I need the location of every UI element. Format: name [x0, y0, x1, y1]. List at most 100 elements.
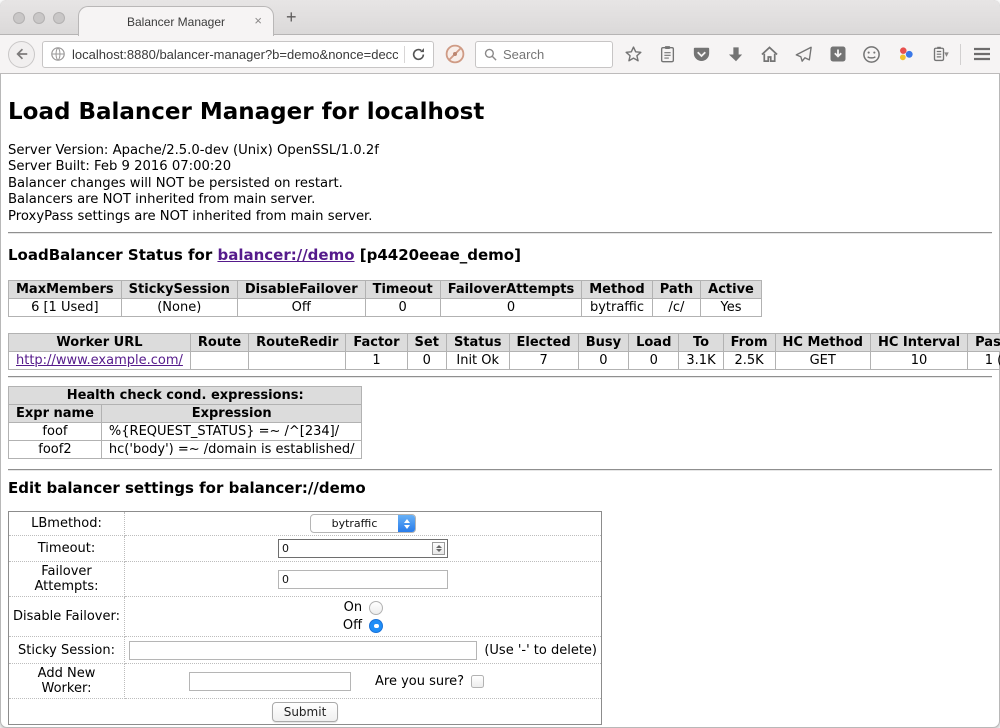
submit-row: Submit [9, 699, 602, 725]
battery-extension-button[interactable]: ▾ [926, 41, 953, 68]
chat-button[interactable] [858, 41, 885, 68]
search-icon [484, 48, 497, 61]
col-expression: Expression [101, 405, 362, 423]
col-timeout: Timeout [365, 281, 440, 299]
col-worker-url: Worker URL [9, 334, 191, 352]
radio-on-label: On [344, 600, 362, 615]
col-failoverattempts: FailoverAttempts [440, 281, 582, 299]
urlbar-divider [404, 46, 405, 63]
cell-active: Yes [701, 299, 762, 317]
cell-from: 2.5K [723, 352, 775, 370]
timeout-input[interactable] [278, 539, 448, 558]
disable-failover-off-radio[interactable] [369, 619, 383, 633]
browser-window: Balancer Manager × + localhost:8880/bala… [0, 0, 1000, 728]
table-row: foof2 hc('body') =~ /domain is establish… [9, 441, 362, 459]
server-info: Server Version: Apache/2.5.0-dev (Unix) … [8, 143, 992, 225]
edit-settings-heading: Edit balancer settings for balancer://de… [8, 479, 992, 498]
cell-elected: 7 [509, 352, 578, 370]
cell-to: 3.1K [679, 352, 723, 370]
cell-hc-method: GET [775, 352, 870, 370]
lbmethod-label: LBmethod: [9, 512, 125, 536]
cell-failoverattempts: 0 [440, 299, 582, 317]
disable-failover-on-radio[interactable] [369, 601, 383, 615]
reload-icon[interactable] [411, 47, 426, 62]
navigation-toolbar: localhost:8880/balancer-manager?b=demo&n… [0, 35, 1000, 74]
failover-attempts-input[interactable] [278, 570, 448, 589]
reading-list-button[interactable] [654, 41, 681, 68]
table-row: 6 [1 Used] (None) Off 0 0 bytraffic /c/ … [9, 299, 762, 317]
url-input[interactable]: localhost:8880/balancer-manager?b=demo&n… [72, 47, 398, 62]
new-tab-button[interactable]: + [286, 7, 297, 28]
clipboard-icon [659, 45, 676, 63]
disable-failover-label: Disable Failover: [9, 597, 125, 637]
downloads-button[interactable] [722, 41, 749, 68]
cell-expression: %{REQUEST_STATUS} =~ /^[234]/ [101, 423, 362, 441]
sticky-session-row: Sticky Session: (Use '-' to delete) [9, 637, 602, 664]
cell-busy: 0 [578, 352, 628, 370]
titlebar: Balancer Manager × + [0, 0, 1000, 35]
are-you-sure-label: Are you sure? [375, 674, 464, 689]
send-tab-button[interactable] [790, 41, 817, 68]
lbmethod-selected-value: bytraffic [311, 517, 398, 530]
lbmethod-row: LBmethod: bytraffic [9, 512, 602, 536]
table-header-row: Expr name Expression [9, 405, 362, 423]
pocket-icon [692, 45, 711, 63]
select-stepper-icon [398, 514, 415, 533]
addon-button[interactable] [824, 41, 851, 68]
pocket-button[interactable] [688, 41, 715, 68]
sticky-session-input[interactable] [129, 641, 477, 660]
home-button[interactable] [756, 41, 783, 68]
url-bar[interactable]: localhost:8880/balancer-manager?b=demo&n… [42, 41, 434, 68]
col-route: Route [190, 334, 248, 352]
globe-icon [50, 46, 66, 62]
tab-close-icon[interactable]: × [254, 14, 262, 27]
cell-routeredir [249, 352, 346, 370]
submit-button[interactable]: Submit [272, 702, 339, 722]
col-status: Status [446, 334, 509, 352]
back-icon [15, 47, 29, 61]
col-busy: Busy [578, 334, 628, 352]
page-title: Load Balancer Manager for localhost [8, 99, 992, 125]
multi-account-button[interactable] [892, 41, 919, 68]
cell-hc-interval: 10 [870, 352, 967, 370]
table-header-row: Worker URL Route RouteRedir Factor Set S… [9, 334, 1000, 352]
download-icon [728, 46, 744, 63]
balancer-demo-link[interactable]: balancer://demo [217, 246, 354, 264]
loadbalancer-status-heading: LoadBalancer Status for balancer://demo … [8, 246, 992, 265]
toolbar-separator [960, 44, 961, 65]
cell-route [190, 352, 248, 370]
window-controls [13, 12, 65, 24]
back-button[interactable] [8, 41, 35, 68]
add-worker-input[interactable] [189, 672, 351, 691]
home-icon [760, 45, 779, 63]
tab-balancer-manager[interactable]: Balancer Manager × [78, 6, 274, 36]
health-check-table: Health check cond. expressions: Expr nam… [8, 386, 362, 459]
cell-expr-name: foof2 [9, 441, 102, 459]
divider [8, 469, 992, 471]
cell-set: 0 [407, 352, 446, 370]
minimize-window-button[interactable] [33, 12, 45, 24]
status-heading-suffix: [p4420eeae_demo] [355, 246, 521, 264]
worker-url-link[interactable]: http://www.example.com/ [16, 353, 183, 368]
bookmark-button[interactable] [620, 41, 647, 68]
are-you-sure-checkbox[interactable] [471, 675, 484, 688]
menu-button[interactable] [968, 41, 995, 68]
add-worker-row: Add New Worker: Are you sure? [9, 664, 602, 699]
cell-method: bytraffic [582, 299, 652, 317]
zoom-window-button[interactable] [53, 12, 65, 24]
col-disablefailover: DisableFailover [237, 281, 365, 299]
cell-stickysession: (None) [121, 299, 237, 317]
col-elected: Elected [509, 334, 578, 352]
search-input[interactable]: Search [503, 47, 544, 62]
content-block-button[interactable] [441, 41, 468, 68]
lbmethod-select[interactable]: bytraffic [310, 514, 416, 533]
cell-timeout: 0 [365, 299, 440, 317]
close-window-button[interactable] [13, 12, 25, 24]
cell-load: 0 [629, 352, 679, 370]
tab-title: Balancer Manager [127, 15, 225, 29]
timeout-label: Timeout: [9, 536, 125, 562]
search-bar[interactable]: Search [475, 41, 613, 68]
failover-attempts-row: Failover Attempts: [9, 562, 602, 597]
number-spinner-icon[interactable] [432, 542, 445, 555]
send-icon [794, 45, 813, 63]
